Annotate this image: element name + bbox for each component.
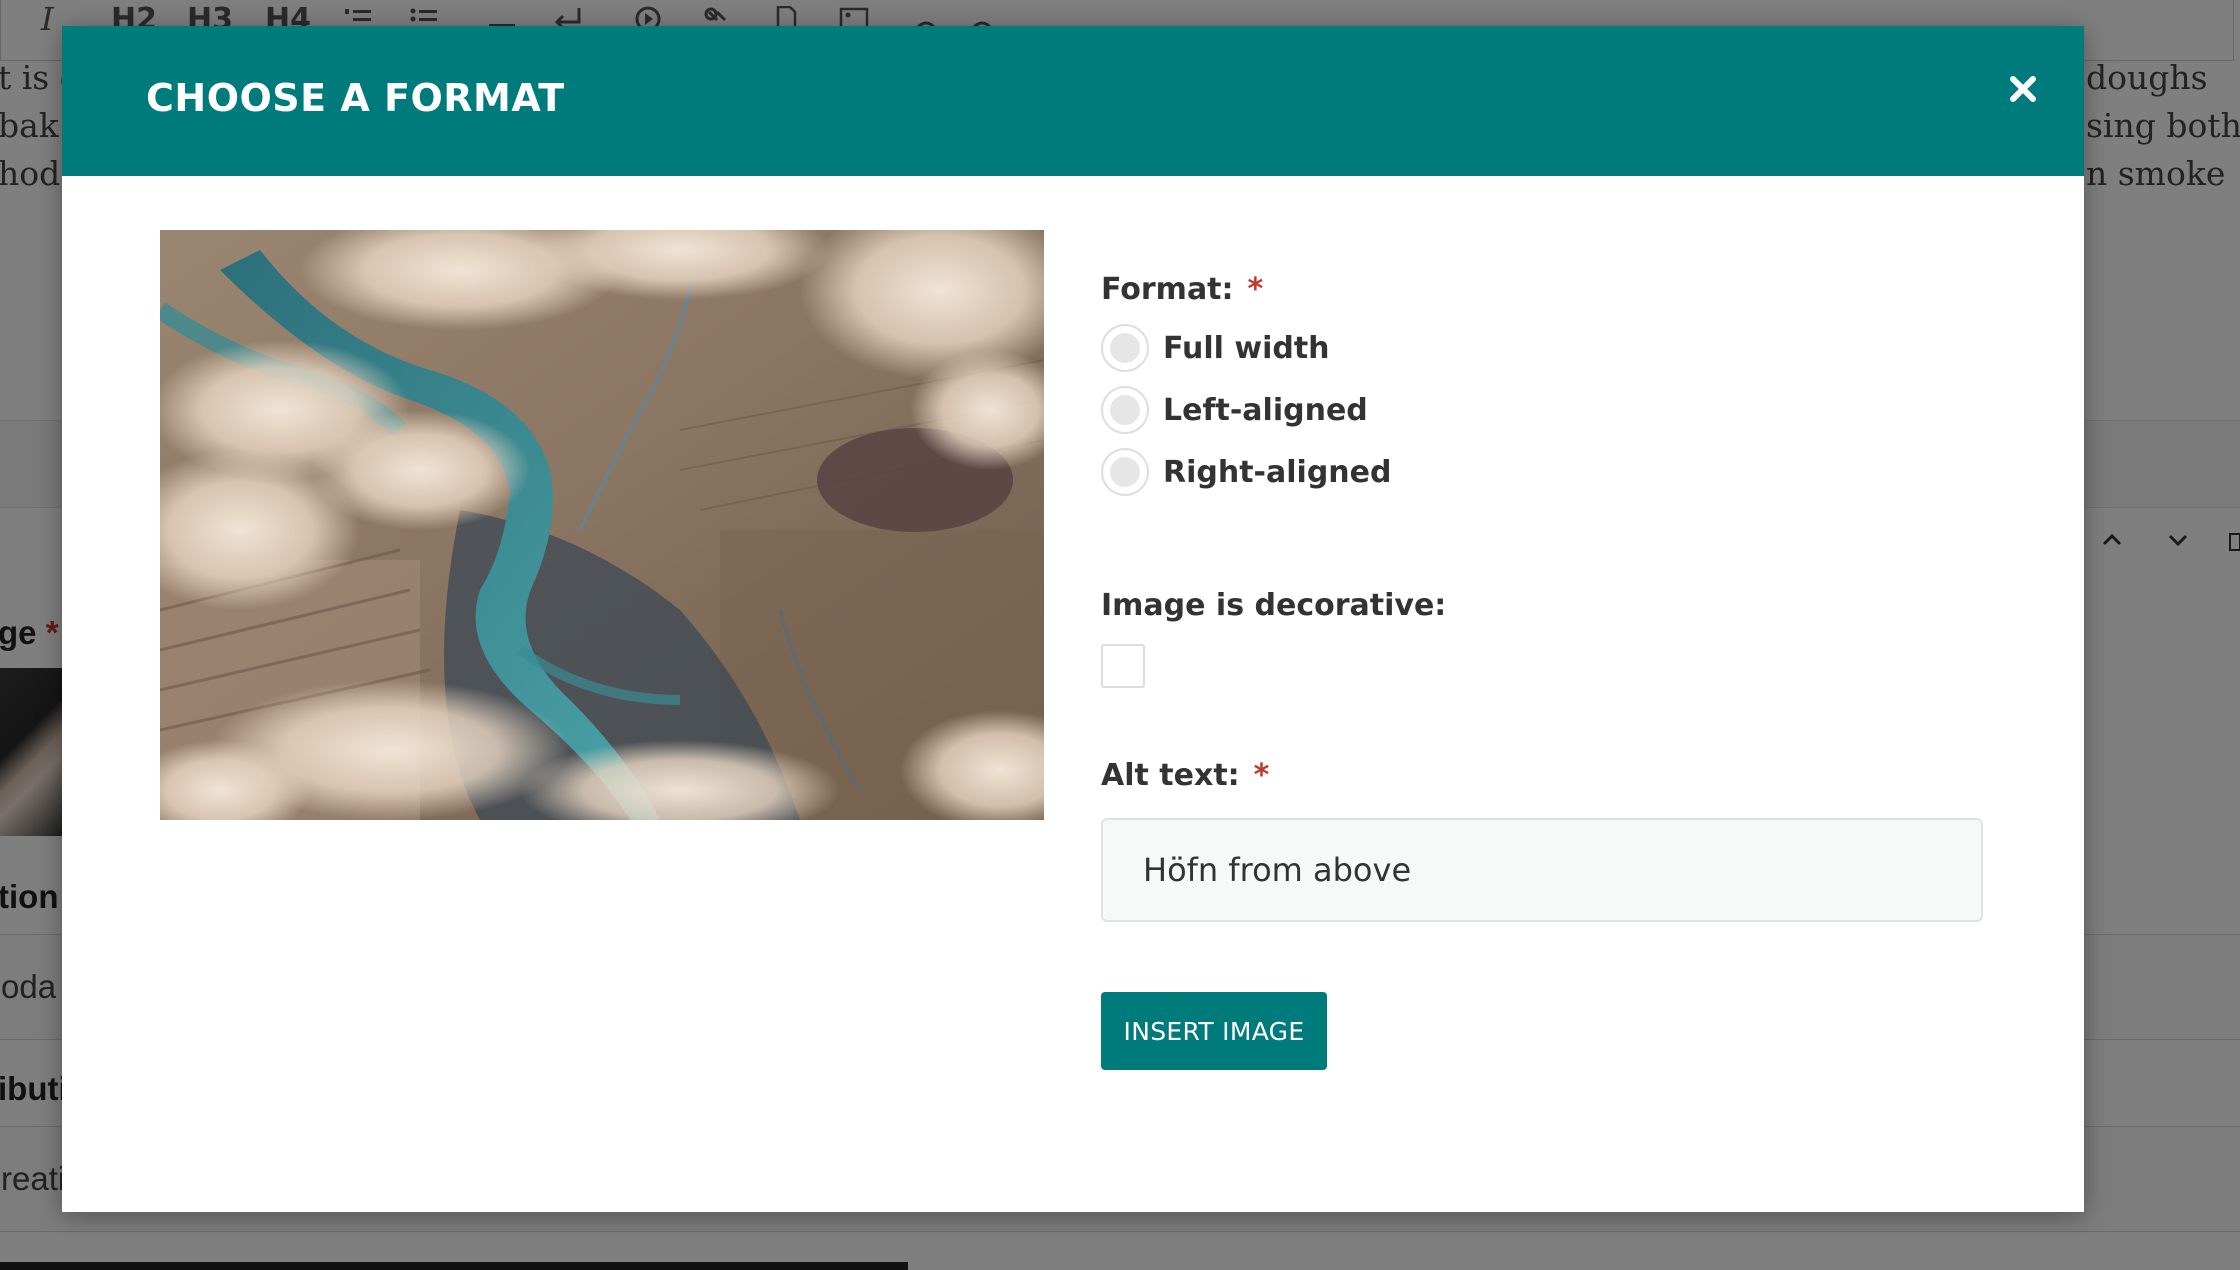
radio-button[interactable] [1101,386,1149,434]
close-icon [2010,76,2036,102]
image-preview [160,230,1044,820]
format-option-label: Right-aligned [1163,454,1392,490]
radio-button[interactable] [1101,324,1149,372]
radio-button[interactable] [1101,448,1149,496]
modal-header: CHOOSE A FORMAT [62,26,2084,176]
format-modal: CHOOSE A FORMAT Format: * Full width Lef… [62,26,2084,1212]
format-option-label: Full width [1163,330,1330,366]
format-option-right-aligned[interactable]: Right-aligned [1101,448,1391,496]
insert-image-button[interactable]: INSERT IMAGE [1101,992,1327,1070]
format-option-full-width[interactable]: Full width [1101,324,1330,372]
format-label: Format: * [1101,272,1264,307]
format-option-label: Left-aligned [1163,392,1368,428]
format-option-left-aligned[interactable]: Left-aligned [1101,386,1368,434]
required-marker: * [1253,758,1270,793]
alt-text-input[interactable] [1101,818,1983,922]
close-button[interactable] [1998,64,2048,114]
required-marker: * [1247,272,1264,307]
alt-text-label: Alt text: * [1101,758,1270,793]
decorative-label: Image is decorative: [1101,588,1447,623]
modal-title: CHOOSE A FORMAT [146,76,565,120]
decorative-checkbox[interactable] [1101,644,1145,688]
